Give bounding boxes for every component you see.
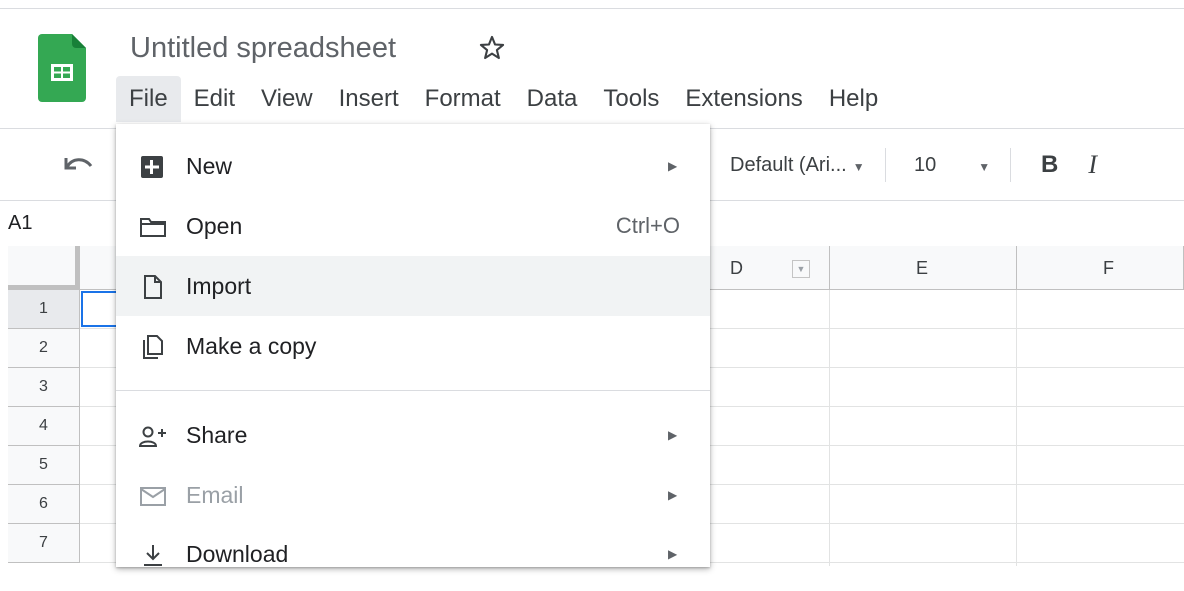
- new-spreadsheet-icon: [141, 156, 163, 178]
- menu-bar: File Edit View Insert Format Data Tools …: [116, 76, 891, 122]
- column-header-e[interactable]: E: [830, 246, 1017, 290]
- menu-tools[interactable]: Tools: [590, 76, 672, 122]
- row-header[interactable]: 7: [8, 524, 80, 563]
- submenu-arrow-icon: ▶: [668, 159, 678, 173]
- menu-file[interactable]: File: [116, 76, 181, 122]
- download-icon: [144, 545, 162, 566]
- row-header[interactable]: 4: [8, 407, 80, 446]
- menu-data[interactable]: Data: [514, 76, 591, 122]
- toolbar-divider: [885, 148, 886, 182]
- menu-item-label: New: [186, 152, 233, 179]
- file-icon: [144, 275, 162, 299]
- folder-icon: [140, 218, 166, 237]
- menu-item-import[interactable]: Import: [116, 256, 710, 316]
- grid-line: [829, 290, 830, 566]
- menu-item-label: Open: [186, 212, 243, 239]
- menu-item-share[interactable]: Share ▶: [116, 405, 710, 465]
- row-header[interactable]: 5: [8, 446, 80, 485]
- row-header[interactable]: 6: [8, 485, 80, 524]
- menu-item-email[interactable]: Email ▶: [116, 465, 710, 525]
- column-label: D: [730, 258, 743, 278]
- menu-separator: [116, 390, 710, 391]
- bold-button[interactable]: B: [1041, 151, 1058, 179]
- file-menu-dropdown: New ▶ Open Ctrl+O Import Make a copy Sha…: [116, 124, 710, 567]
- format-toolbar: Default (Ari... ▼ 10 ▼ B I: [730, 140, 1097, 190]
- email-icon: [140, 487, 166, 506]
- document-title[interactable]: Untitled spreadsheet: [130, 32, 396, 65]
- toolbar-divider: [1010, 148, 1011, 182]
- menu-item-label: Share: [186, 421, 248, 448]
- menu-help[interactable]: Help: [816, 76, 891, 122]
- share-person-icon: [138, 426, 166, 447]
- font-size-value: 10: [914, 153, 937, 176]
- top-divider: [0, 8, 1184, 9]
- font-family-value: Default (Ari...: [730, 153, 847, 176]
- filter-dropdown-icon[interactable]: ▼: [792, 260, 810, 278]
- column-header-f[interactable]: F: [1017, 246, 1184, 290]
- copy-icon: [143, 335, 163, 359]
- menu-item-label: Import: [186, 272, 252, 299]
- undo-icon[interactable]: [62, 152, 94, 178]
- column-label: E: [916, 258, 929, 278]
- sheets-logo-icon[interactable]: [38, 34, 86, 102]
- italic-button[interactable]: I: [1088, 150, 1097, 180]
- font-family-select[interactable]: Default (Ari... ▼: [730, 154, 875, 177]
- menu-item-label: Download: [186, 540, 289, 567]
- name-box[interactable]: A1: [8, 212, 32, 235]
- column-header-d[interactable]: D ▼: [710, 246, 830, 290]
- chevron-down-icon: ▼: [852, 159, 865, 174]
- menu-item-make-a-copy[interactable]: Make a copy: [116, 316, 710, 376]
- menu-format[interactable]: Format: [412, 76, 514, 122]
- font-size-select[interactable]: 10 ▼: [896, 154, 1000, 177]
- column-label: F: [1103, 258, 1114, 278]
- menu-view[interactable]: View: [248, 76, 326, 122]
- keyboard-shortcut: Ctrl+O: [615, 213, 680, 238]
- menu-item-label: Make a copy: [186, 332, 317, 359]
- menu-edit[interactable]: Edit: [181, 76, 248, 122]
- active-cell-a1[interactable]: [81, 291, 121, 327]
- row-header[interactable]: 3: [8, 368, 80, 407]
- select-all-corner[interactable]: [8, 246, 80, 290]
- submenu-arrow-icon: ▶: [668, 488, 678, 502]
- menu-extensions[interactable]: Extensions: [672, 76, 815, 122]
- chevron-down-icon: ▼: [978, 159, 991, 174]
- submenu-arrow-icon: ▶: [668, 428, 678, 442]
- menu-item-label: Email: [186, 481, 244, 508]
- submenu-arrow-icon: ▶: [668, 547, 678, 561]
- row-header[interactable]: 2: [8, 329, 80, 368]
- menu-item-new[interactable]: New ▶: [116, 136, 710, 196]
- grid-line: [1016, 290, 1017, 566]
- menu-item-open[interactable]: Open Ctrl+O: [116, 196, 710, 256]
- row-header[interactable]: 1: [8, 290, 80, 329]
- star-icon[interactable]: [478, 34, 506, 62]
- menu-insert[interactable]: Insert: [326, 76, 412, 122]
- menu-item-download[interactable]: Download ▶: [116, 524, 710, 567]
